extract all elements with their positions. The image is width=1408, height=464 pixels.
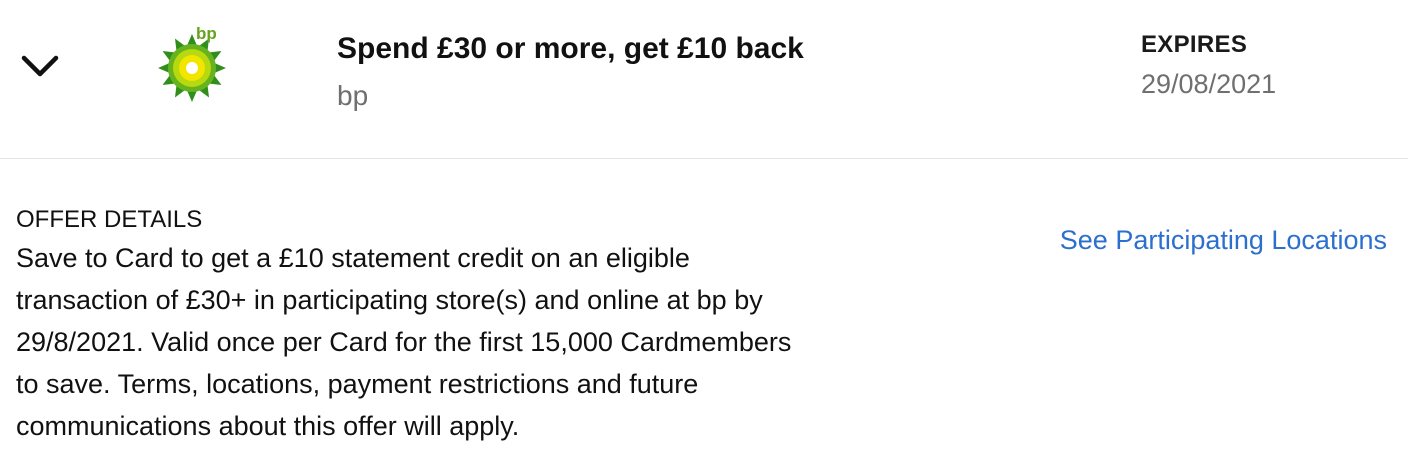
see-participating-locations-link[interactable]: See Participating Locations xyxy=(1060,225,1387,256)
offer-details-label: OFFER DETAILS xyxy=(16,206,203,233)
offer-details: OFFER DETAILS Save to Card to get a £10 … xyxy=(16,205,916,447)
bp-logo-text: bp xyxy=(196,24,217,43)
merchant-name: bp xyxy=(337,80,369,111)
expires-label: EXPIRES xyxy=(1141,31,1248,58)
offer-header[interactable]: bp Spend £30 or more, get £10 back bp EX… xyxy=(0,0,1408,159)
chevron-down-icon[interactable] xyxy=(18,48,62,84)
offer-details-line: to save. Terms, locations, payment restr… xyxy=(16,369,699,399)
offer-details-line: communications about this offer will app… xyxy=(16,411,520,441)
bp-logo xyxy=(150,22,234,106)
offer-details-line: transaction of £30+ in participating sto… xyxy=(16,285,763,315)
offer-details-text: Save to Card to get a £10 statement cred… xyxy=(16,237,916,447)
offer-details-line: 29/8/2021. Valid once per Card for the f… xyxy=(16,327,792,357)
expires-date: 29/08/2021 xyxy=(1141,69,1277,99)
offer-details-line: Save to Card to get a £10 statement cred… xyxy=(16,243,690,273)
offer-title: Spend £30 or more, get £10 back xyxy=(337,32,804,65)
